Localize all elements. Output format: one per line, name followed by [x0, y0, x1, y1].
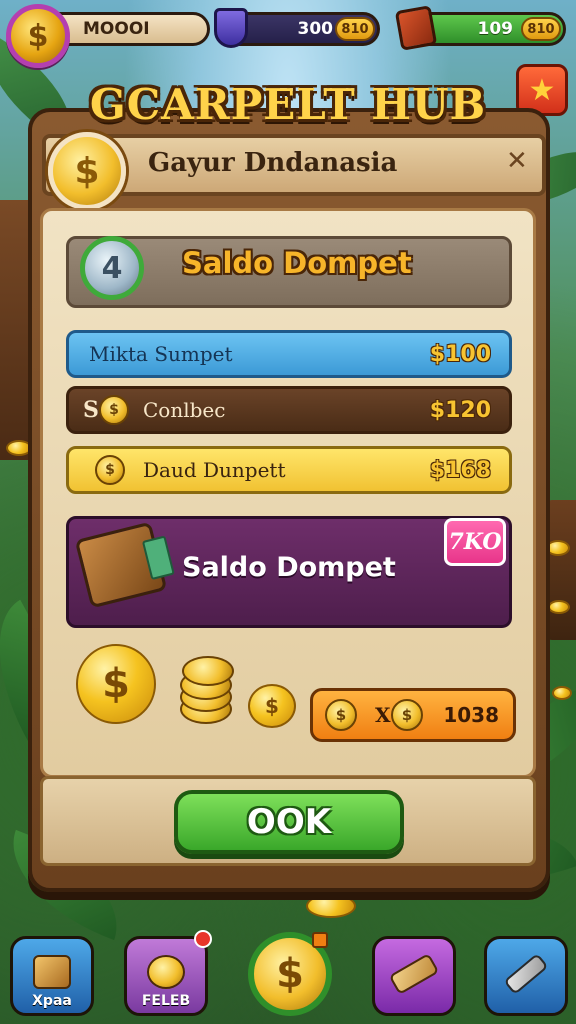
exchange-pill[interactable]: $ X $ 1038 [310, 688, 516, 742]
resource-badge: 810 [521, 17, 561, 41]
ok-button[interactable]: OOK [174, 790, 404, 854]
player-avatar-coin-icon[interactable]: $ [6, 4, 70, 68]
box-icon [33, 955, 71, 989]
row-prefix: S [83, 397, 99, 423]
coin-icon: $ [95, 455, 125, 485]
close-icon[interactable]: ✕ [506, 146, 528, 176]
hut-decoration [546, 500, 576, 640]
row-amount: $168 [429, 457, 491, 483]
hammer-icon [503, 952, 549, 996]
notification-badge [194, 930, 212, 948]
big-coin-icon: $ [76, 644, 156, 724]
coin-icon: $ [391, 699, 423, 731]
wallet-row[interactable]: $ Daud Dunpett $168 [66, 446, 512, 494]
small-coin-icon: $ [248, 684, 296, 728]
nav-button-items[interactable] [372, 936, 456, 1016]
shield-icon [214, 8, 248, 48]
balance-title: Saldo Dompet [182, 246, 412, 280]
dollar-coin-icon: $ [276, 951, 304, 997]
nav-label: FELEB [141, 993, 191, 1009]
hub-title: GCARPELT HUB [89, 80, 487, 129]
scroll-potion-icon [388, 952, 440, 996]
wallet-badge[interactable]: 7KO [444, 518, 506, 566]
panel-header-title: Gayur Dndanasia [148, 148, 398, 178]
row-amount: $120 [429, 397, 491, 423]
row-label: Daud Dunpett [143, 458, 286, 482]
resource-value: MOOOI [83, 19, 150, 39]
resource-badge: 810 [335, 17, 375, 41]
row-amount: $100 [429, 341, 491, 367]
exchange-middle: X [375, 703, 392, 727]
nav-button-build[interactable] [484, 936, 568, 1016]
coin-icon: $ [325, 699, 357, 731]
resource-value: 300 [297, 19, 334, 39]
row-label: Conlbec [143, 398, 226, 422]
silver-coin-icon: 4 [80, 236, 144, 300]
coin-icon: $ [99, 395, 129, 425]
top-resource-bar: MOOOI $ 300 810 109 810 [0, 0, 576, 70]
nav-button-xpaa[interactable]: Xpaa [10, 936, 94, 1016]
wallet-title: Saldo Dompet [182, 552, 396, 583]
wallet-row[interactable]: Mikta Sumpet $100 [66, 330, 512, 378]
coin-jar-icon [147, 955, 185, 989]
notification-badge [312, 932, 328, 948]
nav-button-feleb[interactable]: FELEB [124, 936, 208, 1016]
wallet-row[interactable]: S $ Conlbec $120 [66, 386, 512, 434]
resource-value: 109 [477, 19, 514, 39]
book-icon [394, 5, 438, 51]
row-label: Mikta Sumpet [89, 342, 233, 366]
dollar-coin-icon: $ [48, 132, 126, 210]
nav-label: Xpaa [32, 993, 72, 1009]
exchange-amount: 1038 [443, 703, 499, 727]
